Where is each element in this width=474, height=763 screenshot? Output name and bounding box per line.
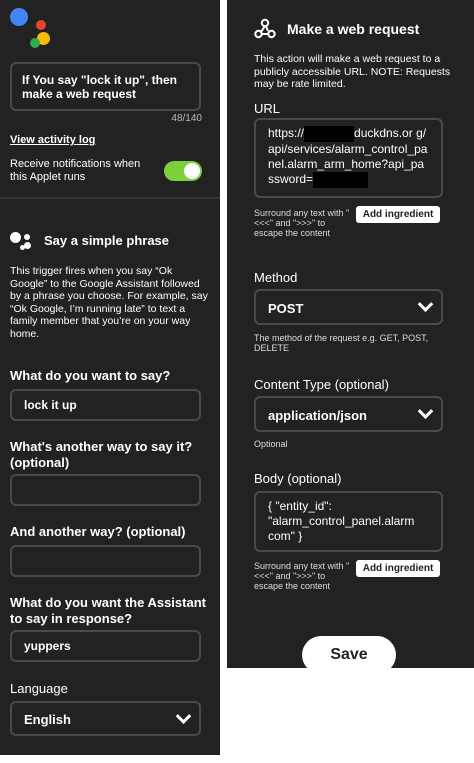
body-label: Body (optional): [254, 471, 342, 486]
url-label: URL: [254, 101, 281, 116]
and-another-input[interactable]: [10, 545, 201, 577]
trigger-description: This trigger fires when you say “Ok Goog…: [10, 265, 208, 340]
section-title: Say a simple phrase: [44, 233, 170, 248]
logo-dot-red: [36, 20, 46, 30]
url-add-ingredient-button[interactable]: Add ingredient: [356, 206, 440, 223]
save-button[interactable]: Save: [302, 636, 396, 674]
language-label: Language: [10, 681, 68, 696]
method-value: POST: [268, 301, 304, 316]
content-type-label: Content Type (optional): [254, 377, 389, 392]
action-description: This action will make a web request to a…: [254, 53, 451, 90]
say-input[interactable]: lock it up: [10, 389, 201, 421]
language-select[interactable]: English: [10, 701, 201, 736]
body-input[interactable]: { "entity_id": "alarm_control_panel.alar…: [254, 491, 443, 552]
method-select[interactable]: POST: [254, 289, 443, 325]
body-value: { "entity_id": "alarm_control_panel.alar…: [268, 499, 415, 543]
logo-dot-green: [30, 38, 40, 48]
method-hint: The method of the request e.g. GET, POST…: [254, 333, 429, 353]
char-count: 48/140: [171, 113, 202, 124]
action-title: Make a web request: [287, 21, 420, 37]
assistant-dots-icon: [10, 230, 36, 252]
divider: [0, 197, 220, 199]
webhooks-icon: [254, 18, 276, 39]
google-assistant-logo: [10, 8, 52, 48]
notify-label: Receive notifications when this Applet r…: [10, 158, 141, 183]
content-type-select[interactable]: application/json: [254, 396, 443, 432]
toggle-knob: [184, 163, 200, 179]
url-hint: Surround any text with "<<<" and ">>>" t…: [254, 208, 350, 238]
dot: [24, 242, 31, 249]
field-label-say: What do you want to say?: [10, 368, 171, 383]
content-type-hint: Optional: [254, 439, 288, 449]
url-value: https://duckdns.or g/api/services/alarm_…: [268, 126, 429, 188]
language-value: English: [24, 712, 71, 727]
dot: [20, 245, 25, 250]
field-label-and-another: And another way? (optional): [10, 524, 186, 539]
trigger-panel: If You say "lock it up", then make a web…: [0, 0, 220, 755]
field-label-response: What do you want the Assistant to say in…: [10, 595, 206, 626]
dot: [10, 232, 21, 243]
logo-dot-blue: [10, 8, 28, 26]
redacted-block: [304, 126, 355, 142]
response-input[interactable]: yuppers: [10, 630, 201, 662]
body-hint: Surround any text with "<<<" and ">>>" t…: [254, 561, 350, 591]
say-input-value: lock it up: [24, 398, 77, 412]
dot: [24, 234, 30, 240]
another-way-input[interactable]: [10, 474, 201, 506]
field-label-another-way: What's another way to say it? (optional): [10, 439, 193, 470]
response-input-value: yuppers: [24, 639, 71, 653]
view-activity-log-link[interactable]: View activity log: [10, 134, 95, 147]
action-panel: Make a web request This action will make…: [227, 0, 474, 668]
content-type-value: application/json: [268, 408, 367, 423]
url-part1: https://: [268, 126, 305, 141]
trigger-title-input[interactable]: If You say "lock it up", then make a web…: [10, 62, 201, 111]
redacted-block: [313, 172, 369, 188]
url-input[interactable]: https://duckdns.or g/api/services/alarm_…: [254, 118, 443, 198]
trigger-title-text: If You say "lock it up", then make a web…: [22, 73, 177, 101]
notify-toggle[interactable]: [164, 161, 202, 181]
body-add-ingredient-button[interactable]: Add ingredient: [356, 560, 440, 577]
method-label: Method: [254, 270, 298, 285]
